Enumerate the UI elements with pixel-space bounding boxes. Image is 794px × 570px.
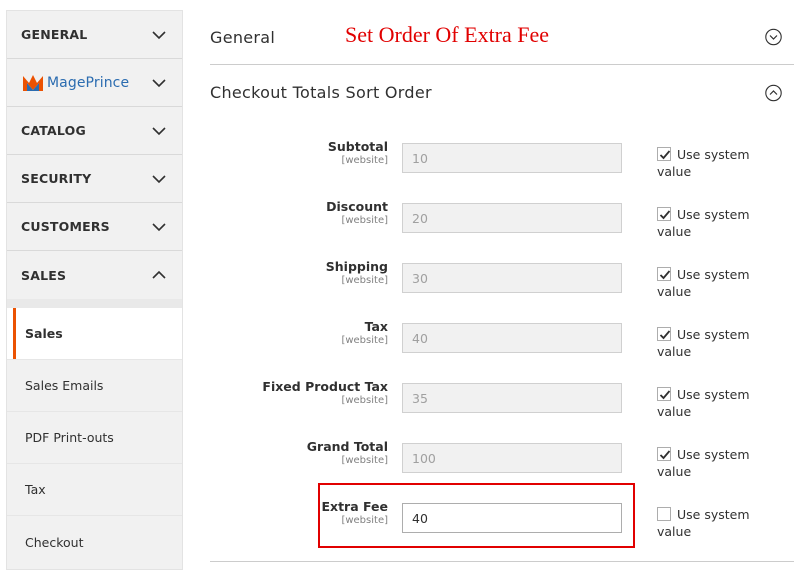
sidebar-item-tax[interactable]: Tax (7, 464, 182, 516)
use-system-checkbox[interactable] (657, 207, 671, 221)
config-sidebar: GENERAL MagePrince CATALOG SECURITY CUST… (6, 10, 183, 570)
section-title: General (210, 27, 276, 47)
sidebar-item-sales[interactable]: Sales (7, 308, 182, 360)
field-label: Tax [website] (188, 319, 388, 346)
field-row-fixed-product-tax: Fixed Product Tax [website] Use system v… (210, 372, 794, 432)
field-name: Tax (364, 319, 388, 334)
field-row-tax: Tax [website] Use system value (210, 312, 794, 372)
field-row-subtotal: Subtotal [website] Use system value (210, 132, 794, 192)
sidebar-section-catalog[interactable]: CATALOG (7, 107, 182, 155)
field-label: Grand Total [website] (188, 439, 388, 466)
field-name: Shipping (325, 259, 388, 274)
field-name: Subtotal (327, 139, 388, 154)
sidebar-item-checkout[interactable]: Checkout (7, 516, 182, 568)
field-name: Fixed Product Tax (262, 379, 388, 394)
sidebar-section-sales[interactable]: SALES (7, 251, 182, 299)
field-label: Subtotal [website] (188, 139, 388, 166)
checkmark-icon (659, 330, 671, 340)
mageprince-brand-text: MagePrince (47, 74, 130, 91)
sidebar-section-security[interactable]: SECURITY (7, 155, 182, 203)
annotation-text: Set Order Of Extra Fee (345, 22, 550, 47)
sidebar-section-mageprince[interactable]: MagePrince (7, 59, 182, 107)
config-main: General Set Order Of Extra Fee Checkout … (210, 10, 794, 570)
use-system-value[interactable]: Use system value (657, 506, 777, 540)
use-system-checkbox[interactable] (657, 507, 671, 521)
collapse-circle-icon (765, 84, 782, 101)
field-scope: [website] (341, 455, 388, 466)
mageprince-logo: MagePrince (21, 71, 129, 95)
field-label: Shipping [website] (188, 259, 388, 286)
sidebar-section-label: CUSTOMERS (21, 219, 110, 234)
grand-total-sort-input[interactable] (402, 443, 622, 473)
sidebar-item-label: Sales Emails (25, 378, 104, 393)
field-row-discount: Discount [website] Use system value (210, 192, 794, 252)
field-label: Fixed Product Tax [website] (188, 379, 388, 406)
chevron-down-icon (152, 126, 166, 135)
use-system-checkbox[interactable] (657, 327, 671, 341)
mageprince-logo-icon (23, 74, 43, 91)
use-system-checkbox[interactable] (657, 147, 671, 161)
field-scope: [website] (341, 395, 388, 406)
subtotal-sort-input[interactable] (402, 143, 622, 173)
section-checkout-totals-header[interactable]: Checkout Totals Sort Order (210, 65, 794, 120)
sidebar-section-customers[interactable]: CUSTOMERS (7, 203, 182, 251)
field-label: Discount [website] (188, 199, 388, 226)
discount-sort-input[interactable] (402, 203, 622, 233)
expand-circle-icon (765, 28, 782, 46)
field-scope: [website] (341, 335, 388, 346)
field-name: Discount (326, 199, 388, 214)
use-system-checkbox[interactable] (657, 387, 671, 401)
sidebar-item-label: Checkout (25, 534, 84, 550)
sidebar-item-label: PDF Print-outs (25, 430, 114, 445)
sidebar-item-pdf-print-outs[interactable]: PDF Print-outs (7, 412, 182, 464)
field-name: Grand Total (306, 439, 388, 454)
field-scope: [website] (341, 275, 388, 286)
sidebar-section-general[interactable]: GENERAL (7, 11, 182, 59)
fixed-product-tax-sort-input[interactable] (402, 383, 622, 413)
use-system-value[interactable]: Use system value (657, 386, 777, 420)
use-system-value[interactable]: Use system value (657, 446, 777, 480)
field-scope: [website] (341, 155, 388, 166)
checkmark-icon (659, 210, 671, 220)
use-system-value[interactable]: Use system value (657, 326, 777, 360)
chevron-down-icon (152, 174, 166, 183)
checkmark-icon (659, 150, 671, 160)
tax-sort-input[interactable] (402, 323, 622, 353)
sidebar-section-label: SECURITY (21, 171, 92, 186)
shipping-sort-input[interactable] (402, 263, 622, 293)
sidebar-section-label: CATALOG (21, 123, 86, 138)
use-system-value[interactable]: Use system value (657, 146, 777, 180)
checkmark-icon (659, 450, 671, 460)
checkmark-icon (659, 390, 671, 400)
use-system-checkbox[interactable] (657, 447, 671, 461)
use-system-value[interactable]: Use system value (657, 266, 777, 300)
sidebar-section-label: GENERAL (21, 27, 88, 42)
sidebar-item-sales-emails[interactable]: Sales Emails (7, 360, 182, 412)
chevron-down-icon (152, 222, 166, 231)
chevron-down-icon (152, 78, 166, 87)
use-system-value[interactable]: Use system value (657, 206, 777, 240)
sidebar-item-label: Tax (25, 482, 46, 497)
checkmark-icon (659, 270, 671, 280)
highlight-box (318, 483, 635, 548)
chevron-down-icon (152, 30, 166, 39)
field-scope: [website] (341, 215, 388, 226)
sidebar-item-label: Sales (25, 326, 63, 341)
chevron-up-icon (152, 270, 166, 279)
sidebar-section-label: SALES (21, 267, 67, 283)
section-title: Checkout Totals Sort Order (210, 83, 432, 102)
field-row-shipping: Shipping [website] Use system value (210, 252, 794, 312)
use-system-checkbox[interactable] (657, 267, 671, 281)
sales-submenu: Sales Sales Emails PDF Print-outs Tax Ch… (7, 299, 182, 568)
section-divider (210, 561, 794, 562)
